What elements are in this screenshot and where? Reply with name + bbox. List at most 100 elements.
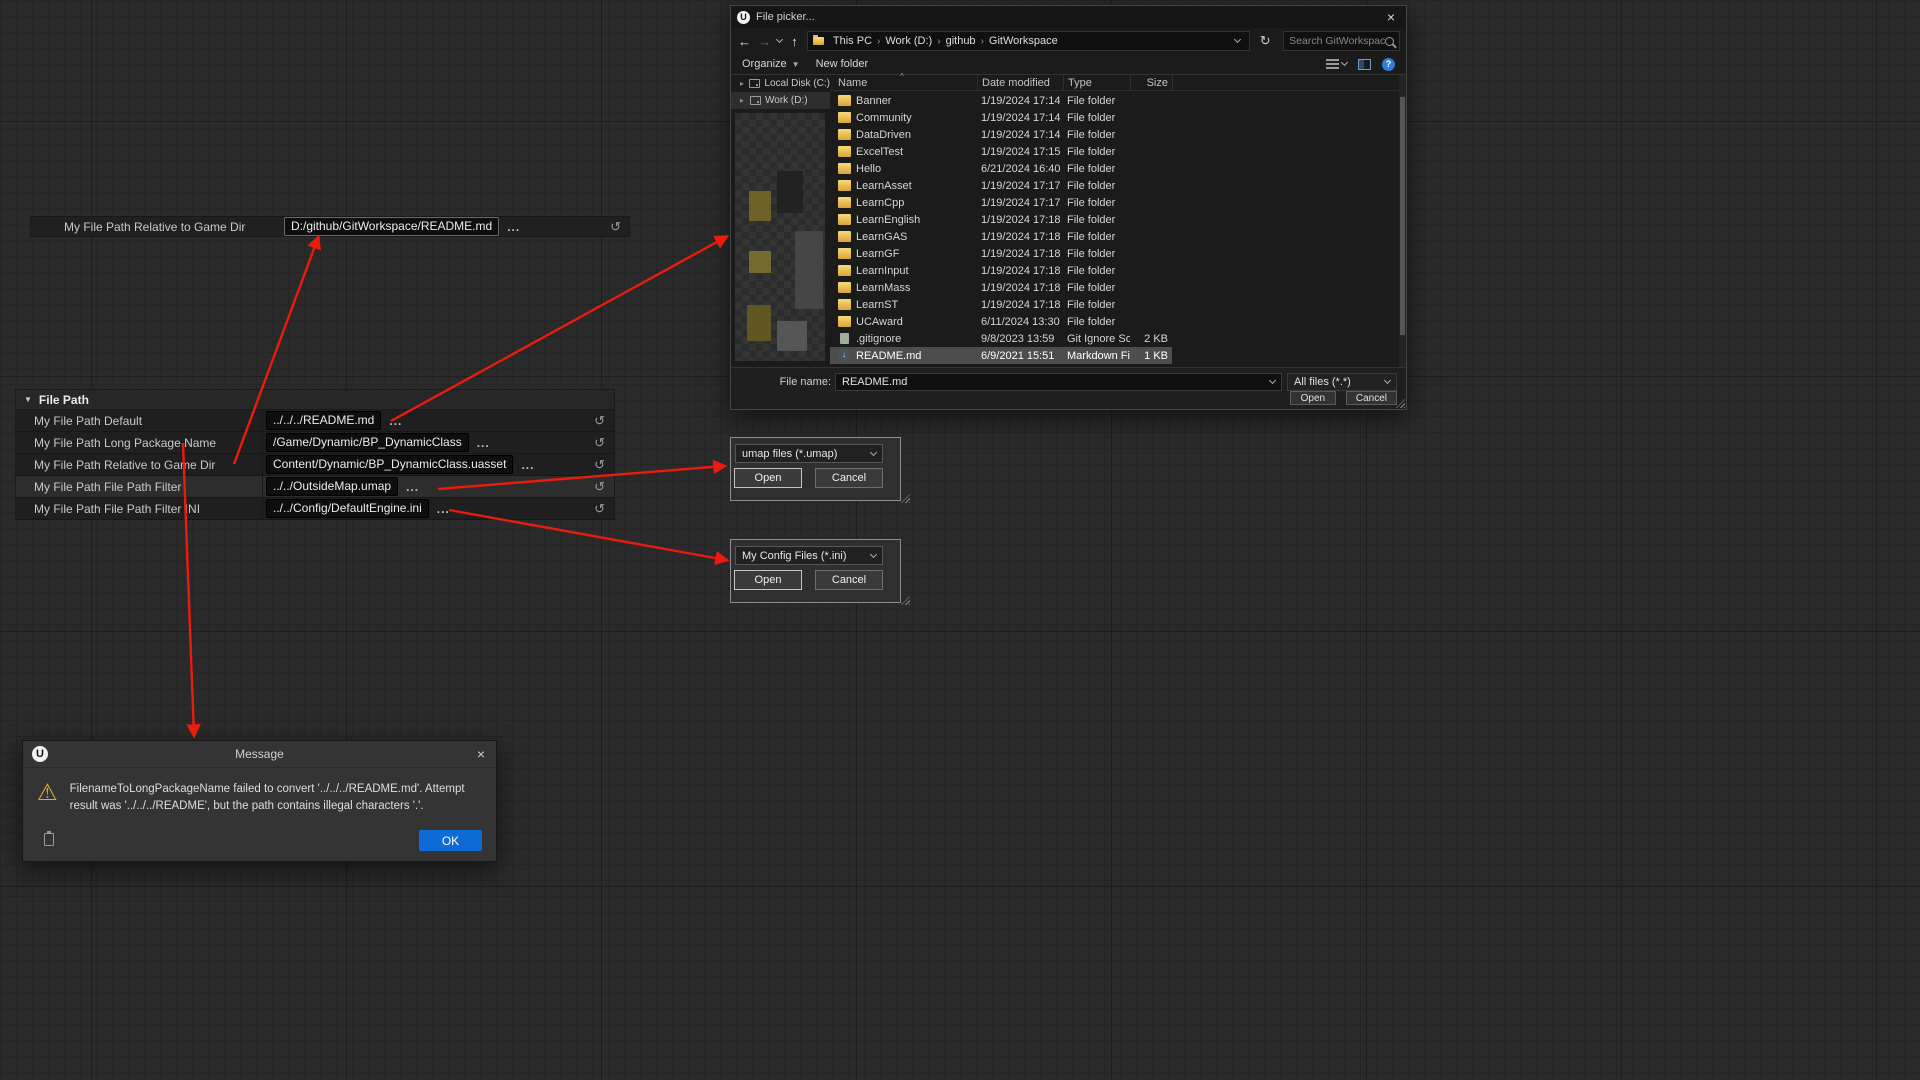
close-icon[interactable]: × bbox=[1376, 9, 1406, 25]
scrollbar[interactable] bbox=[1399, 75, 1406, 367]
file-row[interactable]: LearnInput 1/19/2024 17:18 File folder bbox=[830, 262, 1172, 279]
property-row[interactable]: My File Path File Path Filter INI ../../… bbox=[15, 498, 615, 520]
property-label: My File Path Relative to Game Dir bbox=[31, 220, 284, 234]
up-icon[interactable]: ↑ bbox=[787, 34, 802, 49]
reset-to-default-icon[interactable]: ↺ bbox=[594, 457, 605, 473]
file-filter-dropdown[interactable]: My Config Files (*.ini) bbox=[735, 546, 883, 565]
expand-caret-icon[interactable]: ▼ bbox=[24, 395, 32, 404]
breadcrumb-label[interactable]: This PC bbox=[829, 35, 876, 47]
ini-filter-dialog: My Config Files (*.ini) Open Cancel bbox=[730, 539, 901, 603]
browse-button[interactable]: ... bbox=[521, 458, 534, 472]
copy-to-clipboard-icon[interactable] bbox=[44, 833, 54, 846]
file-row[interactable]: .gitignore 9/8/2023 13:59 Git Ignore Sou… bbox=[830, 330, 1172, 347]
file-path-value-box[interactable]: Content/Dynamic/BP_DynamicClass.uasset bbox=[266, 455, 513, 474]
breadcrumb-label[interactable]: GitWorkspace bbox=[985, 35, 1062, 47]
file-row[interactable]: Hello 6/21/2024 16:40 File folder bbox=[830, 160, 1172, 177]
search-box[interactable] bbox=[1283, 31, 1400, 51]
filter-value: My Config Files (*.ini) bbox=[742, 550, 847, 562]
file-name-combo[interactable] bbox=[835, 373, 1282, 391]
file-row[interactable]: LearnCpp 1/19/2024 17:17 File folder bbox=[830, 194, 1172, 211]
file-type-dropdown-icon bbox=[1384, 377, 1391, 384]
file-row[interactable]: Banner 1/19/2024 17:14 File folder bbox=[830, 92, 1172, 109]
file-row[interactable]: Community 1/19/2024 17:14 File folder bbox=[830, 109, 1172, 126]
message-titlebar[interactable]: U Message × bbox=[23, 741, 496, 768]
reset-to-default-icon[interactable]: ↺ bbox=[594, 435, 605, 451]
breadcrumb-label[interactable]: Work (D:) bbox=[881, 35, 936, 47]
file-path-value-box[interactable]: ../../OutsideMap.umap bbox=[266, 477, 398, 496]
breadcrumb-item[interactable]: This PC › bbox=[829, 35, 881, 47]
preview-pane-icon[interactable] bbox=[1358, 59, 1371, 70]
picker-titlebar[interactable]: U File picker... × bbox=[731, 6, 1406, 28]
browse-button[interactable]: ... bbox=[437, 502, 450, 516]
back-icon[interactable]: ← bbox=[737, 34, 752, 49]
open-button[interactable]: Open bbox=[734, 570, 802, 590]
open-button[interactable]: Open bbox=[734, 468, 802, 488]
ok-button[interactable]: OK bbox=[419, 830, 482, 851]
breadcrumb-item[interactable]: Work (D:) › bbox=[881, 35, 941, 47]
column-header-date-modified[interactable]: Date modified bbox=[977, 75, 1063, 90]
file-row[interactable]: LearnST 1/19/2024 17:18 File folder bbox=[830, 296, 1172, 313]
property-row[interactable]: My File Path File Path Filter ../../Outs… bbox=[15, 476, 615, 498]
file-name-input[interactable] bbox=[842, 376, 1270, 388]
category-header-file-path[interactable]: ▼ File Path bbox=[15, 389, 615, 410]
file-row[interactable]: LearnGAS 1/19/2024 17:18 File folder bbox=[830, 228, 1172, 245]
forward-icon[interactable]: → bbox=[757, 34, 772, 49]
file-row[interactable]: ExcelTest 1/19/2024 17:15 File folder bbox=[830, 143, 1172, 160]
cancel-button[interactable]: Cancel bbox=[815, 570, 883, 590]
file-path-value-box[interactable]: /Game/Dynamic/BP_DynamicClass bbox=[266, 433, 469, 452]
address-dropdown-icon[interactable] bbox=[1234, 36, 1241, 43]
file-list-area: ^ Name Date modified Type Size Banner 1/… bbox=[830, 75, 1406, 367]
file-row[interactable]: LearnEnglish 1/19/2024 17:18 File folder bbox=[830, 211, 1172, 228]
file-path-value-box[interactable]: D:/github/GitWorkspace/README.md bbox=[284, 217, 499, 236]
history-chevron-icon[interactable] bbox=[776, 36, 783, 43]
scrollbar-thumb[interactable] bbox=[1400, 97, 1405, 335]
file-type-dropdown[interactable]: All files (*.*) bbox=[1287, 373, 1397, 391]
file-row[interactable]: LearnMass 1/19/2024 17:18 File folder bbox=[830, 279, 1172, 296]
search-input[interactable] bbox=[1289, 35, 1385, 47]
property-row[interactable]: My File Path Relative to Game Dir Conten… bbox=[15, 454, 615, 476]
file-name-dropdown-icon[interactable] bbox=[1269, 377, 1276, 384]
breadcrumb-label[interactable]: github bbox=[942, 35, 980, 47]
file-type: File folder bbox=[1063, 146, 1130, 158]
breadcrumb-item[interactable]: github › bbox=[942, 35, 985, 47]
reset-to-default-icon[interactable]: ↺ bbox=[610, 219, 621, 235]
resize-grip[interactable] bbox=[1396, 399, 1405, 408]
column-header-size[interactable]: Size bbox=[1130, 75, 1172, 90]
new-folder-button[interactable]: New folder bbox=[816, 58, 869, 70]
file-name: Banner bbox=[856, 95, 891, 107]
property-row[interactable]: My File Path Long Package Name /Game/Dyn… bbox=[15, 432, 615, 454]
cancel-button[interactable]: Cancel bbox=[1346, 391, 1397, 405]
tree-chevron-icon[interactable]: ▸ bbox=[740, 79, 745, 88]
file-path-value-box[interactable]: ../../../README.md bbox=[266, 411, 381, 430]
change-view-button[interactable] bbox=[1326, 59, 1347, 69]
file-row[interactable]: LearnGF 1/19/2024 17:18 File folder bbox=[830, 245, 1172, 262]
browse-button[interactable]: ... bbox=[477, 436, 490, 450]
open-button[interactable]: Open bbox=[1290, 391, 1336, 405]
file-filter-dropdown[interactable]: umap files (*.umap) bbox=[735, 444, 883, 463]
sidebar-drive-item[interactable]: ▸ Work (D:) bbox=[731, 92, 830, 109]
organize-button[interactable]: Organize ▼ bbox=[742, 58, 800, 70]
file-row[interactable]: DataDriven 1/19/2024 17:14 File folder bbox=[830, 126, 1172, 143]
property-row[interactable]: My File Path Default ../../../README.md … bbox=[15, 410, 615, 432]
sidebar-drive-item[interactable]: ▸ Local Disk (C:) bbox=[731, 75, 830, 92]
browse-button[interactable]: ... bbox=[507, 220, 520, 234]
reset-to-default-icon[interactable]: ↺ bbox=[594, 413, 605, 429]
reset-to-default-icon[interactable]: ↺ bbox=[594, 501, 605, 517]
reset-to-default-icon[interactable]: ↺ bbox=[594, 479, 605, 495]
browse-button[interactable]: ... bbox=[389, 414, 402, 428]
breadcrumb-item[interactable]: GitWorkspace › bbox=[985, 35, 1062, 47]
file-row[interactable]: UCAward 6/11/2024 13:30 File folder bbox=[830, 313, 1172, 330]
browse-button[interactable]: ... bbox=[406, 480, 419, 494]
help-icon[interactable]: ? bbox=[1382, 58, 1395, 71]
close-icon[interactable]: × bbox=[477, 746, 485, 762]
file-name: LearnEnglish bbox=[856, 214, 920, 226]
cancel-button[interactable]: Cancel bbox=[815, 468, 883, 488]
file-path-value-box[interactable]: ../../Config/DefaultEngine.ini bbox=[266, 499, 429, 518]
column-header-type[interactable]: Type bbox=[1063, 75, 1130, 90]
tree-chevron-icon[interactable]: ▸ bbox=[740, 96, 746, 105]
refresh-icon[interactable]: ↻ bbox=[1255, 33, 1275, 49]
address-bar[interactable]: This PC › Work (D:) › github › GitW bbox=[807, 31, 1250, 51]
file-row[interactable]: README.md 6/9/2021 15:51 Markdown File 1… bbox=[830, 347, 1172, 364]
file-row[interactable]: LearnAsset 1/19/2024 17:17 File folder bbox=[830, 177, 1172, 194]
property-value-area: Content/Dynamic/BP_DynamicClass.uasset .… bbox=[263, 455, 614, 474]
